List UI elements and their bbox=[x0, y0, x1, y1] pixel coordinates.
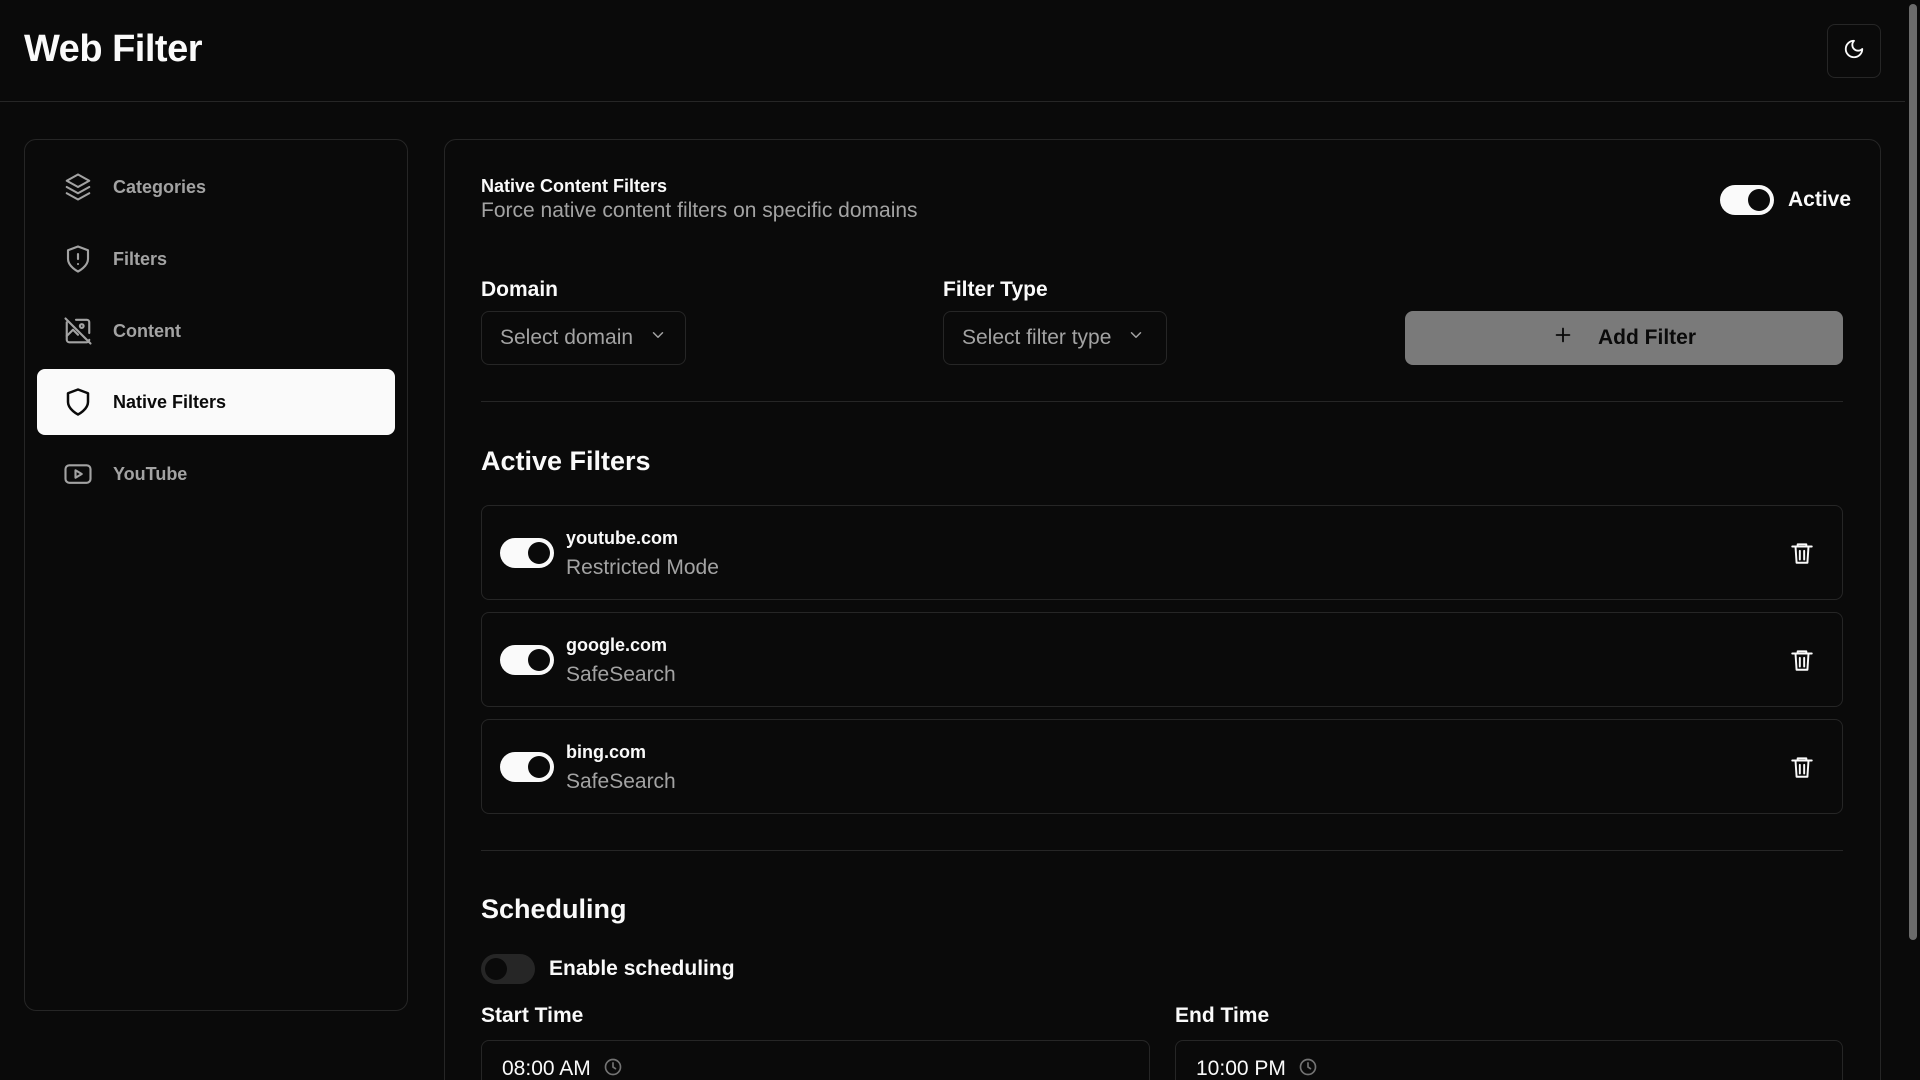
scheduling-title: Scheduling bbox=[481, 894, 627, 924]
filter-row-youtube: youtube.com Restricted Mode bbox=[481, 505, 1843, 600]
sidebar-item-youtube[interactable]: YouTube bbox=[37, 441, 395, 507]
trash-icon[interactable] bbox=[1789, 754, 1817, 782]
scheduling-toggle-group: Enable scheduling bbox=[481, 954, 735, 984]
end-time-value: 10:00 PM bbox=[1196, 1057, 1286, 1080]
toggle-knob bbox=[1748, 189, 1770, 211]
filter-type-select[interactable]: Select filter type bbox=[943, 311, 1167, 365]
image-off-icon bbox=[63, 316, 93, 346]
theme-toggle-button[interactable] bbox=[1827, 24, 1881, 78]
sidebar-item-content[interactable]: Content bbox=[37, 298, 395, 364]
sidebar-item-label: Filters bbox=[113, 248, 168, 269]
chevron-down-icon bbox=[1127, 326, 1145, 350]
app-title: Web Filter bbox=[24, 28, 203, 70]
divider bbox=[481, 850, 1843, 851]
filter-row-bing: bing.com SafeSearch bbox=[481, 719, 1843, 814]
scrollbar[interactable] bbox=[1905, 0, 1920, 1080]
active-filters-title: Active Filters bbox=[481, 446, 651, 476]
shield-alert-icon bbox=[63, 244, 93, 274]
filter-domain: google.com bbox=[566, 635, 668, 655]
sidebar-item-filters[interactable]: Filters bbox=[37, 226, 395, 292]
start-time-label: Start Time bbox=[481, 1004, 584, 1027]
card-description: Force native content filters on specific… bbox=[481, 199, 918, 222]
sidebar-item-label: Categories bbox=[113, 176, 207, 197]
domain-label: Domain bbox=[481, 278, 559, 301]
end-time-label: End Time bbox=[1175, 1004, 1270, 1027]
chevron-down-icon bbox=[649, 326, 667, 350]
filter-toggle[interactable] bbox=[500, 538, 554, 568]
native-filters-card: Native Content Filters Force native cont… bbox=[444, 139, 1881, 1080]
trash-icon[interactable] bbox=[1789, 647, 1817, 675]
trash-icon[interactable] bbox=[1789, 540, 1817, 568]
shield-icon bbox=[63, 387, 93, 417]
add-filter-label: Add Filter bbox=[1598, 326, 1696, 349]
domain-select-value: Select domain bbox=[500, 326, 634, 349]
filter-type: Restricted Mode bbox=[566, 556, 719, 579]
divider bbox=[481, 401, 1843, 402]
sidebar-item-native-filters[interactable]: Native Filters bbox=[37, 369, 395, 435]
toggle-knob bbox=[485, 958, 507, 980]
youtube-icon bbox=[63, 459, 93, 489]
domain-select[interactable]: Select domain bbox=[481, 311, 686, 365]
add-filter-button[interactable]: Add Filter bbox=[1405, 311, 1843, 365]
layers-icon bbox=[63, 172, 93, 202]
filter-row-google: google.com SafeSearch bbox=[481, 612, 1843, 707]
filter-type: SafeSearch bbox=[566, 663, 676, 686]
app-header: Web Filter bbox=[0, 0, 1905, 102]
filter-type-label: Filter Type bbox=[943, 278, 1048, 301]
filter-type: SafeSearch bbox=[566, 770, 676, 793]
sidebar: Categories Filters Content Native Filter… bbox=[24, 139, 408, 1011]
master-toggle-group: Active bbox=[1720, 185, 1851, 215]
scrollbar-thumb[interactable] bbox=[1909, 4, 1917, 940]
scheduling-toggle-label: Enable scheduling bbox=[549, 957, 735, 980]
sidebar-item-categories[interactable]: Categories bbox=[37, 154, 395, 220]
filter-type-select-value: Select filter type bbox=[962, 326, 1112, 349]
card-title: Native Content Filters bbox=[481, 176, 668, 196]
clock-icon bbox=[603, 1057, 623, 1080]
start-time-value: 08:00 AM bbox=[502, 1057, 591, 1080]
toggle-knob bbox=[528, 649, 550, 671]
scheduling-toggle[interactable] bbox=[481, 954, 535, 984]
sidebar-item-label: YouTube bbox=[113, 463, 188, 484]
master-toggle-label: Active bbox=[1788, 188, 1852, 211]
filter-domain: bing.com bbox=[566, 742, 646, 762]
filter-domain: youtube.com bbox=[566, 528, 679, 548]
plus-icon bbox=[1552, 324, 1574, 352]
sidebar-item-label: Native Filters bbox=[113, 391, 227, 412]
filter-toggle[interactable] bbox=[500, 752, 554, 782]
master-toggle[interactable] bbox=[1720, 185, 1774, 215]
end-time-input[interactable]: 10:00 PM bbox=[1175, 1040, 1843, 1080]
moon-icon bbox=[1843, 38, 1865, 65]
start-time-input[interactable]: 08:00 AM bbox=[481, 1040, 1150, 1080]
toggle-knob bbox=[528, 756, 550, 778]
toggle-knob bbox=[528, 542, 550, 564]
sidebar-item-label: Content bbox=[113, 320, 181, 341]
filter-toggle[interactable] bbox=[500, 645, 554, 675]
clock-icon bbox=[1298, 1057, 1318, 1080]
